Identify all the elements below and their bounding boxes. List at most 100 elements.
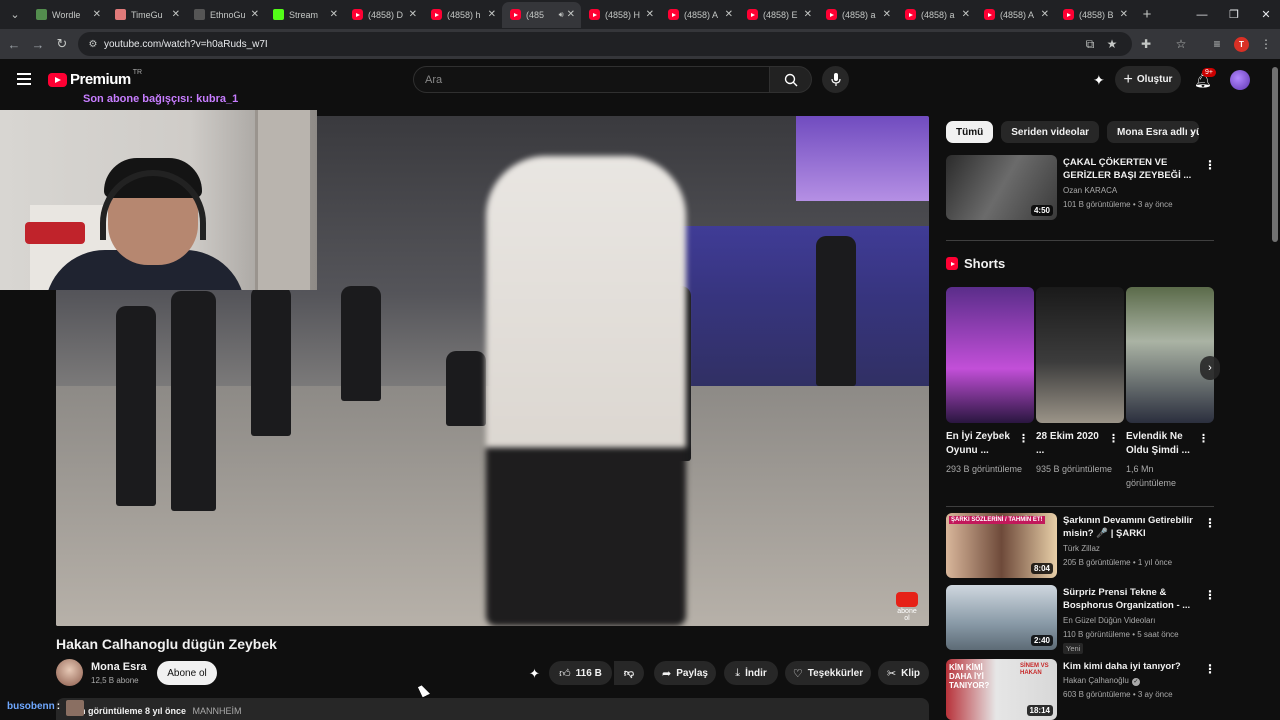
install-app-icon[interactable]: ⧉	[1081, 35, 1099, 53]
video-thumbnail[interactable]: KİM KİMİ DAHA İYİ TANIYOR? SİNEM VS HAKA…	[946, 659, 1057, 720]
subscribe-watermark[interactable]: abone ol	[894, 592, 920, 622]
short-thumbnail[interactable]	[1126, 287, 1214, 423]
browser-tab[interactable]: (4858) A ✕	[660, 2, 739, 28]
more-options-icon[interactable]: ⋮	[1204, 662, 1216, 676]
recommended-video[interactable]: 4:50 ÇAKAL ÇÖKERTEN VE GERİZLER BAŞI ZEY…	[946, 155, 1216, 225]
tab-search-icon[interactable]: ⌄	[2, 4, 28, 26]
filter-chip[interactable]: Mona Esra adlı yükle	[1107, 121, 1200, 143]
chevron-right-icon[interactable]: ›	[1190, 125, 1194, 139]
short-item[interactable]: 28 Ekim 2020 ... 935 B görüntüleme ⋮	[1036, 287, 1124, 474]
close-tab-icon[interactable]: ✕	[172, 9, 180, 20]
search-box[interactable]	[413, 66, 770, 93]
minimize-icon[interactable]: —	[1186, 0, 1218, 29]
recommended-video[interactable]: 2:40 Sürpriz Prensi Tekne & Bosphorus Or…	[946, 585, 1216, 655]
close-tab-icon[interactable]: ✕	[646, 9, 654, 20]
channel-name[interactable]: Mona Esra	[91, 661, 147, 673]
close-tab-icon[interactable]: ✕	[804, 9, 812, 20]
account-avatar[interactable]	[1230, 70, 1250, 90]
more-options-icon[interactable]: ⋮	[1204, 516, 1216, 530]
forward-icon[interactable]: →	[26, 32, 50, 56]
more-options-icon[interactable]: ⋮	[1204, 158, 1216, 172]
back-icon[interactable]: ←	[2, 32, 26, 56]
browser-tab[interactable]: TimeGu ✕	[107, 2, 186, 28]
video-thumbnail[interactable]: 4:50	[946, 155, 1057, 220]
close-window-icon[interactable]: ✕	[1250, 0, 1280, 29]
close-tab-icon[interactable]: ✕	[93, 9, 101, 20]
scrollbar-thumb[interactable]	[1272, 67, 1278, 242]
close-tab-icon[interactable]: ✕	[567, 9, 575, 20]
channel-avatar[interactable]	[56, 659, 83, 686]
browser-tab[interactable]: (4858) h ✕	[423, 2, 502, 28]
recommended-video[interactable]: ŞARKI SÖZLERİNİ / TAHMİN ET! 8:04 Şarkın…	[946, 513, 1216, 579]
address-bar[interactable]: ⚙ youtube.com/watch?v=h0aRuds_w7I	[78, 32, 1132, 56]
dislike-button[interactable]: 👎︎	[614, 661, 644, 685]
browser-tab[interactable]: (4858) a ✕	[897, 2, 976, 28]
browser-tab[interactable]: (4858) A ✕	[976, 2, 1055, 28]
share-button[interactable]: ➦ Paylaş	[654, 661, 716, 685]
close-tab-icon[interactable]: ✕	[488, 9, 496, 20]
reload-icon[interactable]: ↻	[50, 32, 74, 56]
video-title-link[interactable]: Sürpriz Prensi Tekne & Bosphorus Organiz…	[1063, 586, 1198, 612]
video-title-link[interactable]: Şarkının Devamını Getirebilir misin? 🎤 |…	[1063, 514, 1198, 541]
menu-icon[interactable]	[17, 73, 31, 85]
short-item[interactable]: En İyi Zeybek Oyunu ... 293 B görüntülem…	[946, 287, 1034, 474]
browser-tab[interactable]: (4858) B ✕	[1055, 2, 1134, 28]
video-channel[interactable]: Hakan Çalhanoğlu ✓	[1063, 676, 1140, 686]
video-title-link[interactable]: Kim kimi daha iyi tanıyor?	[1063, 660, 1198, 673]
profile-avatar[interactable]: T	[1234, 37, 1249, 52]
video-thumbnail[interactable]: ŞARKI SÖZLERİNİ / TAHMİN ET! 8:04	[946, 513, 1057, 578]
new-tab-icon[interactable]: +	[1134, 6, 1160, 23]
browser-tab[interactable]: (4858) D ✕	[344, 2, 423, 28]
close-tab-icon[interactable]: ✕	[1120, 9, 1128, 20]
shorts-next-icon[interactable]: ›	[1200, 356, 1220, 380]
browser-tab[interactable]: (4858) H ✕	[581, 2, 660, 28]
more-options-icon[interactable]: ⋮	[1018, 432, 1029, 445]
more-options-icon[interactable]: ⋮	[1204, 588, 1216, 602]
subscribe-button[interactable]: Abone ol	[157, 661, 217, 685]
ask-ai-icon[interactable]: ✦	[529, 666, 540, 682]
browser-tab[interactable]: Stream ✕	[265, 2, 344, 28]
url-text[interactable]: youtube.com/watch?v=h0aRuds_w7I	[104, 39, 268, 50]
short-title[interactable]: Evlendik Ne Oldu Şimdi ...	[1126, 430, 1198, 458]
browser-tab[interactable]: (485 🔊︎ ✕	[502, 1, 581, 28]
close-tab-icon[interactable]: ✕	[251, 9, 259, 20]
video-title-link[interactable]: ÇAKAL ÇÖKERTEN VE GERİZLER BAŞI ZEYBEĞİ …	[1063, 156, 1198, 182]
site-info-icon[interactable]: ⚙	[82, 39, 104, 50]
close-tab-icon[interactable]: ✕	[409, 9, 417, 20]
audio-playing-icon[interactable]: 🔊︎	[559, 10, 564, 20]
search-input[interactable]	[425, 73, 769, 86]
close-tab-icon[interactable]: ✕	[725, 9, 733, 20]
voice-search-button[interactable]	[822, 66, 849, 93]
page-scrollbar[interactable]	[1270, 59, 1280, 720]
short-thumbnail[interactable]	[946, 287, 1034, 423]
video-channel[interactable]: Türk Zillaz	[1063, 544, 1100, 553]
short-title[interactable]: En İyi Zeybek Oyunu ...	[946, 430, 1018, 458]
search-button[interactable]	[770, 66, 812, 93]
bookmarks-icon[interactable]: ☆	[1172, 35, 1190, 53]
close-tab-icon[interactable]: ✕	[330, 9, 338, 20]
create-button[interactable]: + Oluştur	[1115, 66, 1181, 93]
short-item[interactable]: Evlendik Ne Oldu Şimdi ... 1,6 Mn görünt…	[1126, 287, 1214, 488]
extensions-icon[interactable]: ✚	[1137, 35, 1155, 53]
download-button[interactable]: ⤓ İndir	[724, 661, 778, 685]
browser-tab[interactable]: EthnoGu ✕	[186, 2, 265, 28]
filter-chip[interactable]: Seriden videolar	[1001, 121, 1100, 143]
browser-tab[interactable]: (4858) E ✕	[739, 2, 818, 28]
more-options-icon[interactable]: ⋮	[1108, 432, 1119, 445]
video-thumbnail[interactable]: 2:40	[946, 585, 1057, 650]
clip-button[interactable]: ✂ Klip	[878, 661, 929, 685]
browser-tab[interactable]: (4858) a ✕	[818, 2, 897, 28]
youtube-premium-logo[interactable]: Premium TR	[48, 69, 142, 88]
filter-chip[interactable]: Tümü	[946, 121, 994, 143]
short-title[interactable]: 28 Ekim 2020 ...	[1036, 430, 1108, 458]
close-tab-icon[interactable]: ✕	[962, 9, 970, 20]
recommended-video[interactable]: KİM KİMİ DAHA İYİ TANIYOR? SİNEM VS HAKA…	[946, 659, 1216, 720]
reading-list-icon[interactable]: ≡	[1208, 35, 1226, 53]
video-channel[interactable]: Ozan KARACA	[1063, 186, 1117, 195]
browser-tab[interactable]: Wordle ✕	[28, 2, 107, 28]
browser-menu-icon[interactable]: ⋮	[1257, 35, 1275, 53]
ai-sparkle-icon[interactable]: ✦	[1093, 72, 1105, 89]
location-tag[interactable]: MANNHEİM	[193, 706, 242, 716]
close-tab-icon[interactable]: ✕	[883, 9, 891, 20]
short-thumbnail[interactable]	[1036, 287, 1124, 423]
